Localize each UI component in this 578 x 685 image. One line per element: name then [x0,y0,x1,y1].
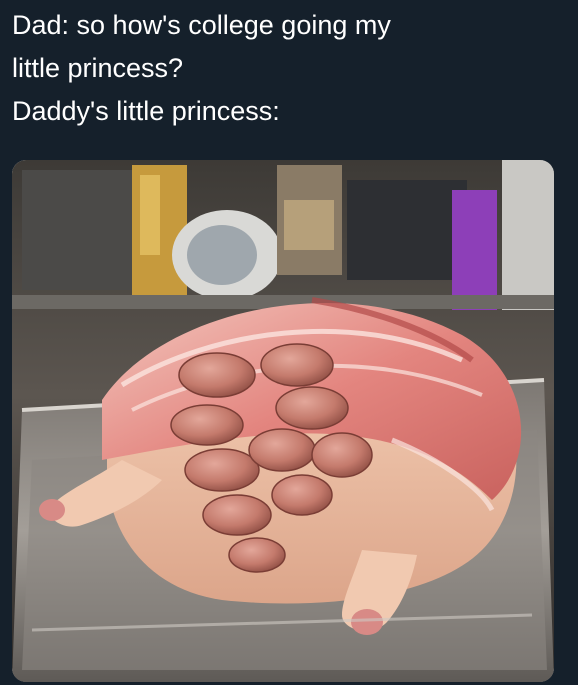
meme-post: Dad: so how's college going my little pr… [0,0,578,685]
meme-caption: Dad: so how's college going my little pr… [12,4,568,133]
caption-line-1: Dad: so how's college going my [12,10,391,40]
caption-line-2: little princess? [12,53,184,83]
meme-photo[interactable] [12,160,554,682]
meat-sculpture-photo-icon [12,160,554,682]
caption-line-3: Daddy's little princess: [12,96,280,126]
